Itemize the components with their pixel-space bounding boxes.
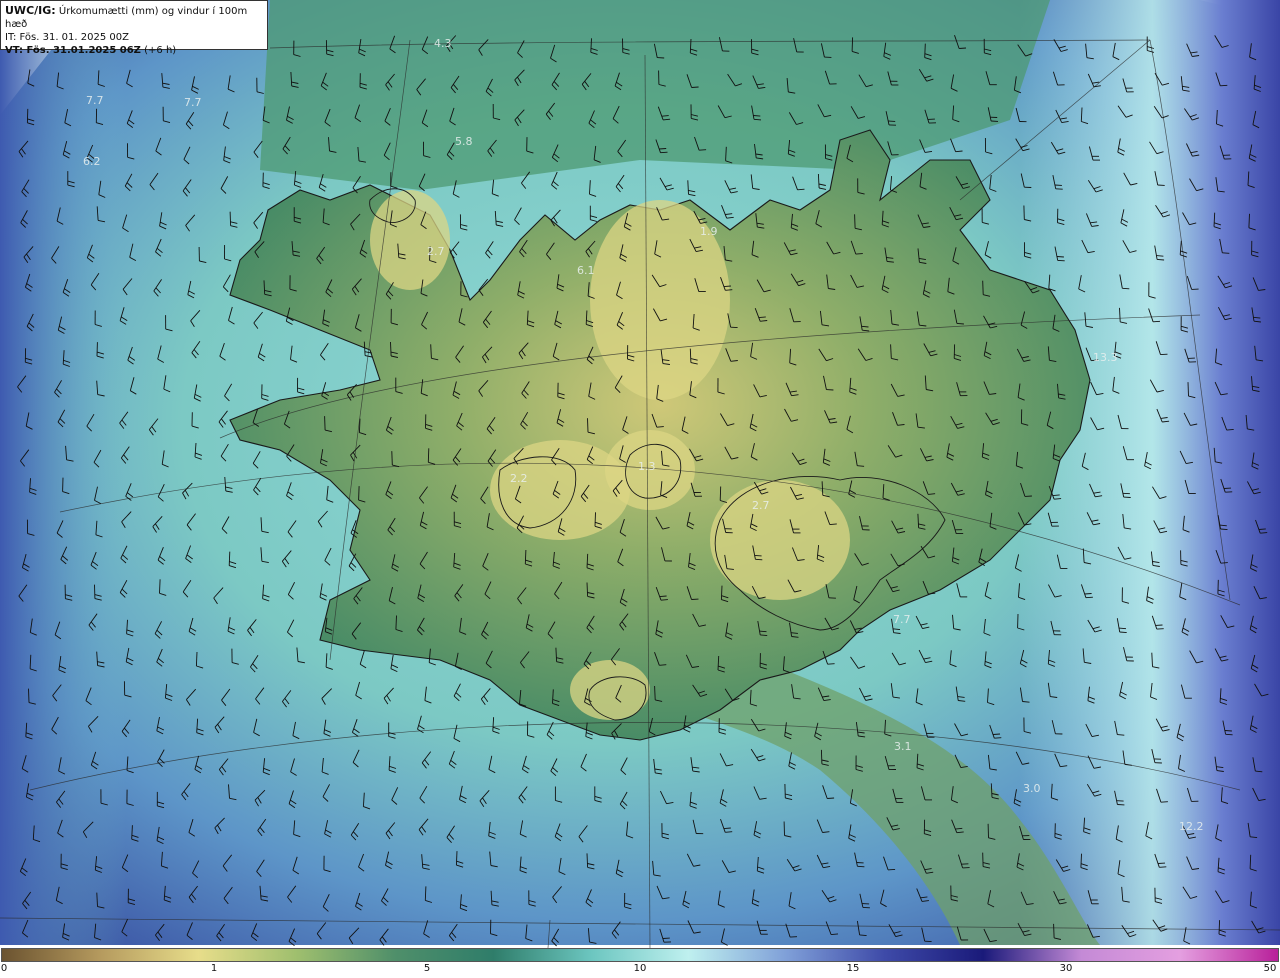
label-10: 2.2 bbox=[510, 472, 528, 485]
label-8: 1.9 bbox=[700, 225, 718, 238]
colorbar-tick-10: 10 bbox=[633, 963, 647, 974]
colorbar-tick-50: 50 bbox=[1263, 963, 1277, 974]
label-6: 2.7 bbox=[427, 245, 445, 258]
map-header: UWC/IG: Úrkomumætti (mm) og vindur í 100… bbox=[0, 0, 268, 56]
label-12: 2.7 bbox=[752, 499, 770, 512]
colorbar-legend: 0 1 5 10 15 30 50 bbox=[0, 948, 1280, 978]
colorbar-tick-30: 30 bbox=[1059, 963, 1073, 974]
colorbar-strip bbox=[1, 948, 1279, 962]
header-title-line: UWC/IG: Úrkomumætti (mm) og vindur í 100… bbox=[5, 4, 263, 31]
valid-time-offset: (+6 h) bbox=[144, 45, 177, 56]
label-2: 7.7 bbox=[86, 94, 104, 107]
colorbar-tick-1: 1 bbox=[210, 963, 218, 974]
valid-time: VT: Fös. 31.01.2025 06Z bbox=[5, 45, 141, 56]
colorbar-tick-5: 5 bbox=[423, 963, 431, 974]
label-15: 3.0 bbox=[1023, 782, 1041, 795]
label-13: 7.7 bbox=[893, 613, 911, 626]
label-7: 6.1 bbox=[577, 264, 595, 277]
label-4: 6.2 bbox=[83, 155, 101, 168]
forecast-map: 4.3 7.7 7.7 6.2 5.8 2.7 6.1 1.9 13.3 2.2… bbox=[0, 0, 1280, 949]
label-14: 3.1 bbox=[894, 740, 912, 753]
model-name: UWC/IG: bbox=[5, 4, 56, 17]
map-canvas: 4.3 7.7 7.7 6.2 5.8 2.7 6.1 1.9 13.3 2.2… bbox=[0, 0, 1280, 949]
label-5: 5.8 bbox=[455, 135, 473, 148]
label-3: 7.7 bbox=[184, 96, 202, 109]
label-11: 1.3 bbox=[638, 460, 656, 473]
colorbar-tick-15: 15 bbox=[846, 963, 860, 974]
label-16: 12.2 bbox=[1179, 820, 1204, 833]
label-1: 4.3 bbox=[434, 37, 452, 50]
label-9: 13.3 bbox=[1093, 351, 1118, 364]
valid-time-line: VT: Fös. 31.01.2025 06Z (+6 h) bbox=[5, 44, 263, 57]
initial-time: IT: Fös. 31. 01. 2025 00Z bbox=[5, 32, 129, 43]
colorbar-tick-0: 0 bbox=[0, 963, 8, 974]
